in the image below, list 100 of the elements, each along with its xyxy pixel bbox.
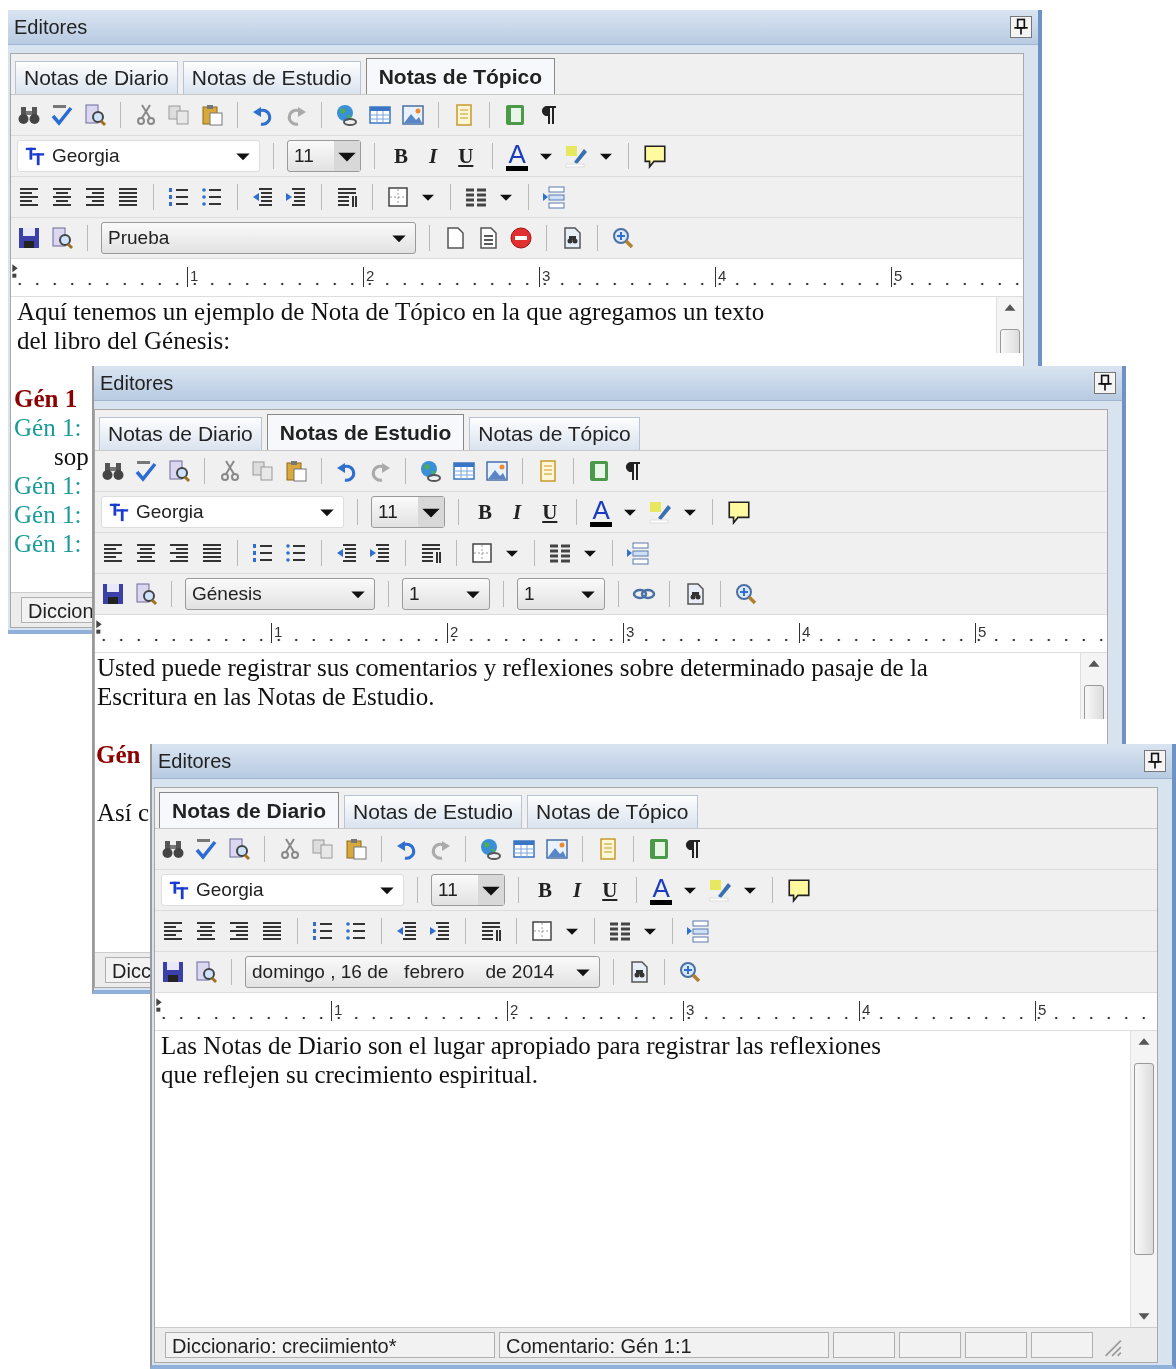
paragraph-icon[interactable]	[335, 185, 359, 209]
paragraph-icon[interactable]	[419, 541, 443, 565]
clipboard-icon[interactable]	[200, 103, 224, 127]
font-color-button[interactable]: A	[650, 875, 672, 905]
numbered-list-icon[interactable]	[311, 919, 335, 943]
tab[interactable]: Notas de Estudio	[266, 414, 465, 450]
justify-icon[interactable]	[116, 185, 140, 209]
page-magnifier-icon[interactable]	[134, 582, 158, 606]
align-left-icon[interactable]	[17, 185, 41, 209]
save-icon[interactable]	[101, 582, 125, 606]
insert-rows-icon[interactable]	[626, 541, 650, 565]
scrollbar[interactable]	[1080, 653, 1107, 719]
pin-icon[interactable]	[1010, 16, 1032, 38]
align-center-icon[interactable]	[134, 541, 158, 565]
scissors-icon[interactable]	[134, 103, 158, 127]
scrollbar[interactable]	[996, 297, 1023, 353]
spellcheck-icon[interactable]	[50, 103, 74, 127]
font-color-button[interactable]: A	[506, 141, 528, 171]
zoom-in-icon[interactable]	[678, 960, 702, 984]
outdent-icon[interactable]	[251, 185, 275, 209]
tab[interactable]: Notas de Diario	[99, 417, 262, 450]
spellcheck-icon[interactable]	[134, 459, 158, 483]
tab[interactable]: Notas de Estudio	[182, 61, 361, 94]
clipboard-icon[interactable]	[284, 459, 308, 483]
pin-icon[interactable]	[1094, 372, 1116, 394]
table-icon[interactable]	[512, 837, 536, 861]
page-magnifier-icon[interactable]	[227, 837, 251, 861]
justify-icon[interactable]	[260, 919, 284, 943]
align-right-icon[interactable]	[227, 919, 251, 943]
format-button[interactable]: U	[452, 143, 480, 169]
book-icon[interactable]	[587, 459, 611, 483]
format-button[interactable]: B	[388, 143, 414, 169]
tab[interactable]: Notas de Estudio	[344, 795, 522, 828]
table-icon[interactable]	[452, 459, 476, 483]
indent-icon[interactable]	[284, 185, 308, 209]
picture-icon[interactable]	[545, 837, 569, 861]
book-icon[interactable]	[647, 837, 671, 861]
border-icon[interactable]	[386, 185, 410, 209]
paragraph-icon[interactable]	[479, 919, 503, 943]
page-magnifier-icon[interactable]	[83, 103, 107, 127]
align-left-icon[interactable]	[161, 919, 185, 943]
highlighter-icon[interactable]	[647, 500, 672, 524]
globe-link-icon[interactable]	[479, 837, 503, 861]
tab[interactable]: Notas de Tópico	[527, 795, 698, 828]
bullet-list-icon[interactable]	[284, 541, 308, 565]
format-button[interactable]: U	[536, 499, 564, 525]
save-icon[interactable]	[161, 960, 185, 984]
record-dropdown[interactable]: 1	[402, 578, 490, 610]
numbered-list-icon[interactable]	[251, 541, 275, 565]
scissors-icon[interactable]	[278, 837, 302, 861]
align-right-icon[interactable]	[83, 185, 107, 209]
book-icon[interactable]	[503, 103, 527, 127]
tab[interactable]: Notas de Tópico	[365, 58, 556, 94]
numbered-list-icon[interactable]	[167, 185, 191, 209]
format-button[interactable]: B	[472, 499, 498, 525]
scissors-icon[interactable]	[218, 459, 242, 483]
highlighter-icon[interactable]	[707, 878, 732, 902]
indent-icon[interactable]	[368, 541, 392, 565]
picture-icon[interactable]	[401, 103, 425, 127]
align-center-icon[interactable]	[194, 919, 218, 943]
tab[interactable]: Notas de Diario	[159, 792, 340, 828]
record-dropdown[interactable]: domingo , 16 de febrero de 2014	[245, 956, 600, 988]
globe-link-icon[interactable]	[419, 459, 443, 483]
page-magnifier-icon[interactable]	[50, 226, 74, 250]
tab[interactable]: Notas de Diario	[15, 61, 178, 94]
page-magnifier-icon[interactable]	[167, 459, 191, 483]
align-center-icon[interactable]	[50, 185, 74, 209]
outdent-icon[interactable]	[395, 919, 419, 943]
insert-rows-icon[interactable]	[542, 185, 566, 209]
format-button[interactable]: I	[507, 499, 528, 525]
zoom-in-icon[interactable]	[611, 226, 635, 250]
align-right-icon[interactable]	[167, 541, 191, 565]
align-left-icon[interactable]	[101, 541, 125, 565]
record-dropdown[interactable]: Génesis	[185, 578, 375, 610]
globe-link-icon[interactable]	[335, 103, 359, 127]
font-size-dropdown[interactable]: 11	[371, 496, 445, 528]
clipboard-icon[interactable]	[344, 837, 368, 861]
record-dropdown[interactable]: Prueba	[101, 222, 416, 254]
format-button[interactable]: I	[567, 877, 588, 903]
save-icon[interactable]	[17, 226, 41, 250]
font-color-button[interactable]: A	[590, 497, 612, 527]
delete-icon[interactable]	[509, 226, 533, 250]
format-button[interactable]: U	[596, 877, 624, 903]
font-dropdown[interactable]: Georgia	[17, 140, 260, 172]
table-icon[interactable]	[368, 103, 392, 127]
scrollbar[interactable]	[1130, 1031, 1157, 1327]
format-button[interactable]: I	[423, 143, 444, 169]
indent-icon[interactable]	[428, 919, 452, 943]
speech-bubble-icon[interactable]	[641, 143, 668, 169]
font-dropdown[interactable]: Georgia	[161, 874, 404, 906]
speech-bubble-icon[interactable]	[725, 499, 752, 525]
speech-bubble-icon[interactable]	[785, 877, 812, 903]
insert-rows-icon[interactable]	[686, 919, 710, 943]
picture-icon[interactable]	[485, 459, 509, 483]
justify-icon[interactable]	[200, 541, 224, 565]
border-icon[interactable]	[530, 919, 554, 943]
pin-icon[interactable]	[1144, 750, 1166, 772]
outdent-icon[interactable]	[335, 541, 359, 565]
highlighter-icon[interactable]	[563, 144, 588, 168]
tab[interactable]: Notas de Tópico	[469, 417, 640, 450]
